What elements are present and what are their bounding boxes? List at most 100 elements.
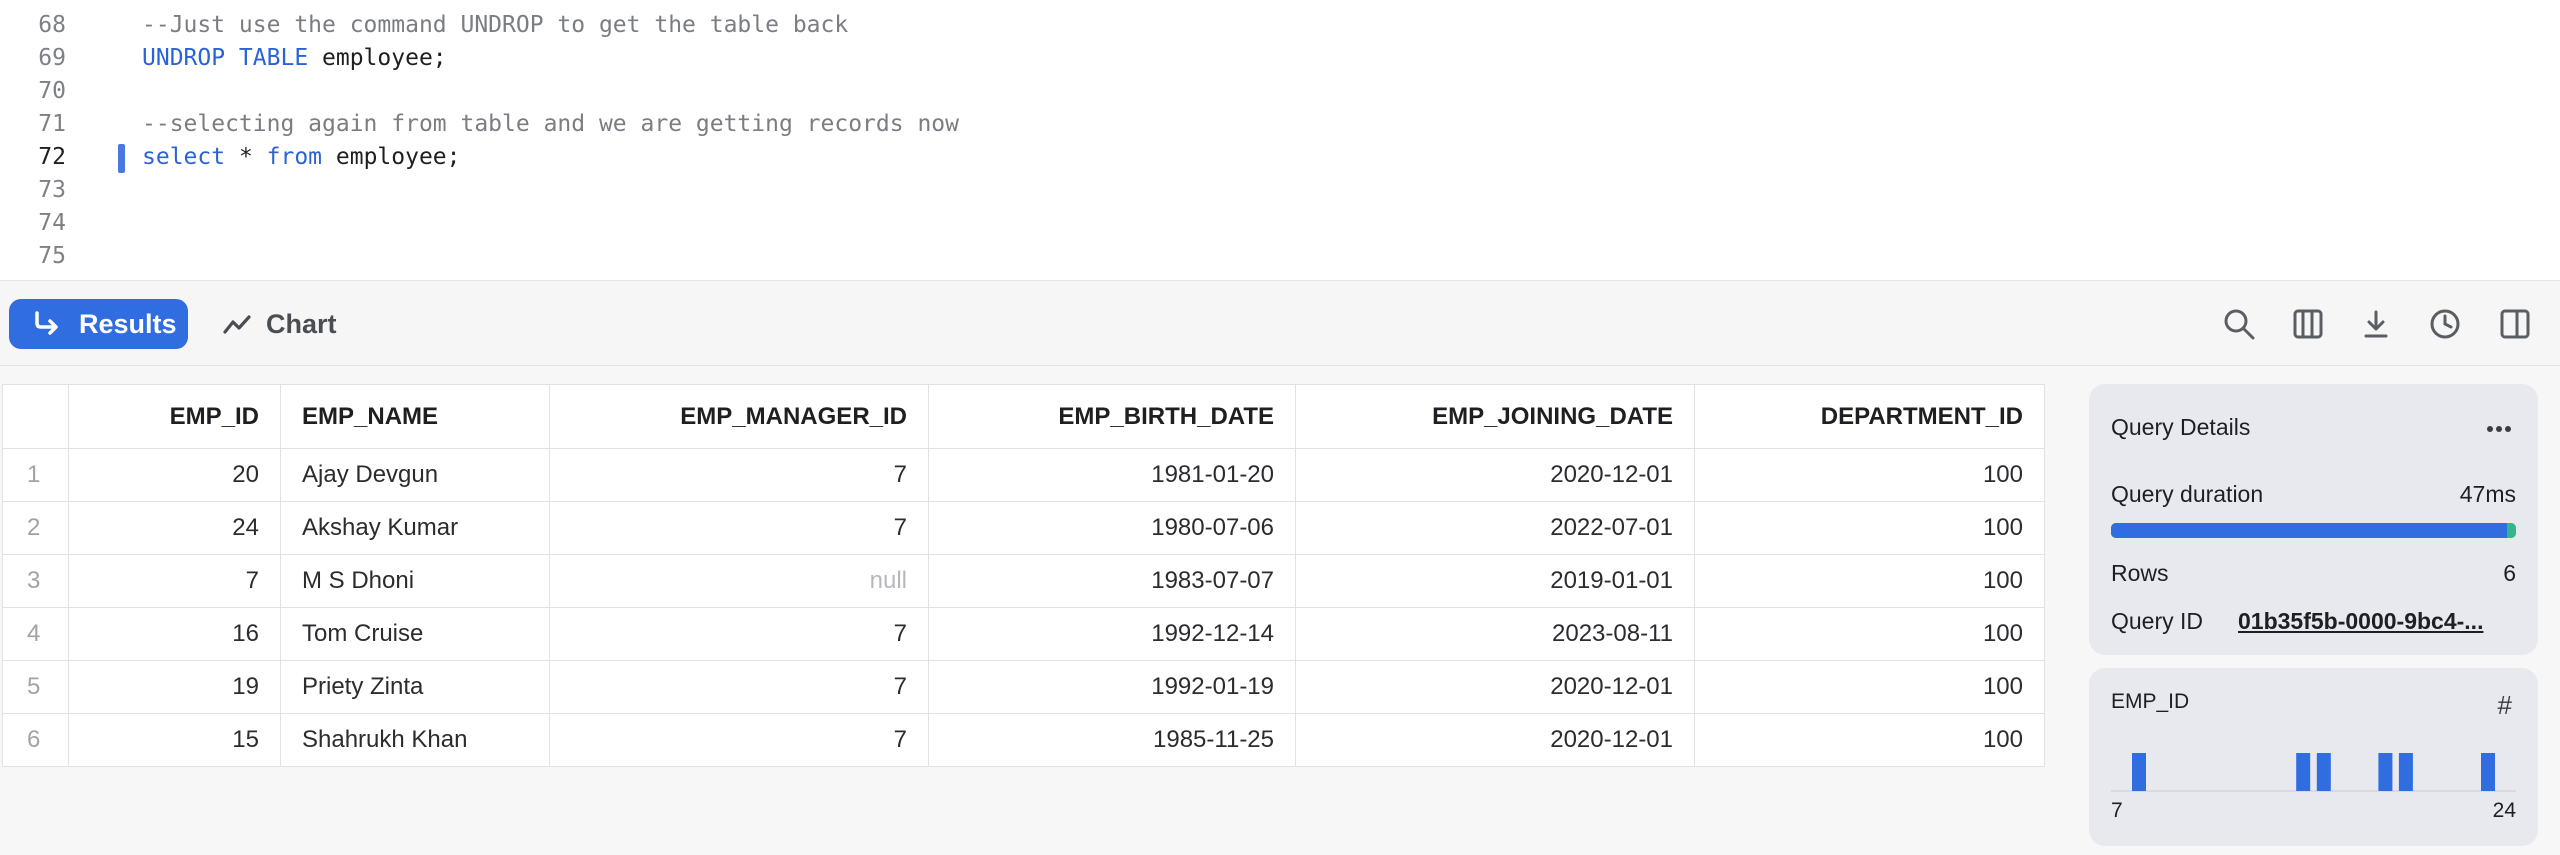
column-header[interactable]: EMP_BIRTH_DATE: [928, 384, 1296, 449]
cell-manager-id[interactable]: 7: [549, 448, 929, 502]
chart-tab-label: Chart: [266, 308, 337, 339]
code-line: 71 --selecting again from table and we a…: [0, 108, 2560, 141]
histogram-min-label: 7: [2111, 799, 2123, 822]
line-number: 70: [38, 78, 66, 104]
query-id-link[interactable]: 01b35f5b-0000-9bc4-...: [2238, 608, 2518, 635]
cell-emp-name[interactable]: Ajay Devgun: [280, 448, 550, 502]
cell-emp-name[interactable]: Akshay Kumar: [280, 501, 550, 555]
table-row[interactable]: 5 19 Priety Zinta 7 1992-01-19 2020-12-0…: [2, 660, 2045, 714]
cell-emp-id[interactable]: 24: [68, 501, 281, 555]
rows-label: Rows: [2111, 560, 2169, 586]
table-row[interactable]: 4 16 Tom Cruise 7 1992-12-14 2023-08-11 …: [2, 607, 2045, 661]
histogram-bar: [2132, 753, 2146, 791]
results-tab-label: Results: [79, 308, 177, 339]
split-view-icon[interactable]: [2495, 304, 2535, 344]
line-number: 68: [38, 12, 66, 38]
row-number-header: [2, 384, 69, 449]
cell-joining-date[interactable]: 2020-12-01: [1295, 448, 1695, 502]
cell-department-id[interactable]: 100: [1694, 501, 2045, 555]
table-header-row: EMP_ID EMP_NAME EMP_MANAGER_ID EMP_BIRTH…: [2, 384, 2045, 449]
table-row[interactable]: 2 24 Akshay Kumar 7 1980-07-06 2022-07-0…: [2, 501, 2045, 555]
cell-manager-id-null[interactable]: null: [549, 554, 929, 608]
cell-department-id[interactable]: 100: [1694, 554, 2045, 608]
results-tab-button[interactable]: Results: [9, 299, 188, 349]
line-number: 71: [38, 111, 66, 137]
return-arrow-icon: [35, 311, 58, 335]
columns-icon[interactable]: [2288, 304, 2328, 344]
code-operator: *: [225, 144, 267, 170]
cell-manager-id[interactable]: 7: [549, 660, 929, 714]
history-icon[interactable]: [2425, 304, 2465, 344]
cell-emp-name[interactable]: Priety Zinta: [280, 660, 550, 714]
code-comment: --Just use the command UNDROP to get the…: [142, 12, 849, 38]
cell-emp-id[interactable]: 7: [68, 554, 281, 608]
rows-count-row: Rows 6: [2111, 560, 2516, 587]
rows-value: 6: [2503, 560, 2516, 586]
more-options-icon[interactable]: [2486, 420, 2512, 438]
cell-birth-date[interactable]: 1992-01-19: [928, 660, 1296, 714]
cell-manager-id[interactable]: 7: [549, 713, 929, 767]
cell-emp-name[interactable]: Shahrukh Khan: [280, 713, 550, 767]
line-number: 69: [38, 45, 66, 71]
column-header[interactable]: EMP_JOINING_DATE: [1295, 384, 1695, 449]
column-header[interactable]: EMP_MANAGER_ID: [549, 384, 929, 449]
query-duration-bar-fill: [2111, 523, 2508, 538]
cell-birth-date[interactable]: 1985-11-25: [928, 713, 1296, 767]
histogram-bar: [2378, 753, 2393, 791]
histogram-bar: [2398, 753, 2413, 791]
numeric-type-icon: #: [2497, 690, 2512, 720]
cell-emp-id[interactable]: 15: [68, 713, 281, 767]
code-rest: employee;: [308, 45, 447, 71]
cell-department-id[interactable]: 100: [1694, 660, 2045, 714]
code-line: 73: [0, 174, 2560, 207]
code-line: 75: [0, 240, 2560, 273]
chart-tab-button[interactable]: Chart: [222, 299, 337, 349]
cell-joining-date[interactable]: 2023-08-11: [1295, 607, 1695, 661]
cell-birth-date[interactable]: 1992-12-14: [928, 607, 1296, 661]
line-number: 75: [38, 243, 66, 269]
histogram-bar: [2316, 753, 2331, 791]
column-stats-panel: EMP_ID # 7 24: [2089, 668, 2538, 846]
code-text: select * from employee;: [142, 141, 461, 174]
cell-joining-date[interactable]: 2020-12-01: [1295, 713, 1695, 767]
row-number: 1: [2, 448, 69, 502]
cell-birth-date[interactable]: 1980-07-06: [928, 501, 1296, 555]
query-duration-row: Query duration 47ms: [2111, 481, 2516, 508]
query-duration-bar-tail: [2507, 523, 2516, 538]
column-header[interactable]: DEPARTMENT_ID: [1694, 384, 2045, 449]
search-icon[interactable]: [2219, 304, 2259, 344]
cell-department-id[interactable]: 100: [1694, 607, 2045, 661]
cell-emp-id[interactable]: 20: [68, 448, 281, 502]
cell-emp-id[interactable]: 19: [68, 660, 281, 714]
query-duration-bar: [2111, 523, 2516, 538]
code-line-active: 72 select * from employee;: [0, 141, 2560, 174]
sql-editor[interactable]: 68 --Just use the command UNDROP to get …: [0, 0, 2560, 281]
cell-birth-date[interactable]: 1981-01-20: [928, 448, 1296, 502]
column-header[interactable]: EMP_NAME: [280, 384, 550, 449]
cell-joining-date[interactable]: 2020-12-01: [1295, 660, 1695, 714]
cell-emp-name[interactable]: Tom Cruise: [280, 607, 550, 661]
code-keyword: select: [142, 144, 226, 170]
line-number: 73: [38, 177, 66, 203]
table-row[interactable]: 1 20 Ajay Devgun 7 1981-01-20 2020-12-01…: [2, 448, 2045, 502]
table-row[interactable]: 6 15 Shahrukh Khan 7 1985-11-25 2020-12-…: [2, 713, 2045, 767]
row-number: 2: [2, 501, 69, 555]
cell-manager-id[interactable]: 7: [549, 607, 929, 661]
line-number: 74: [38, 210, 66, 236]
histogram-max-label: 24: [2492, 799, 2516, 822]
row-number: 3: [2, 554, 69, 608]
cell-department-id[interactable]: 100: [1694, 448, 2045, 502]
row-number: 6: [2, 713, 69, 767]
cell-emp-id[interactable]: 16: [68, 607, 281, 661]
cell-birth-date[interactable]: 1983-07-07: [928, 554, 1296, 608]
cell-manager-id[interactable]: 7: [549, 501, 929, 555]
histogram-bar: [2296, 753, 2311, 791]
cell-department-id[interactable]: 100: [1694, 713, 2045, 767]
cell-emp-name[interactable]: M S Dhoni: [280, 554, 550, 608]
download-icon[interactable]: [2356, 304, 2396, 344]
cell-joining-date[interactable]: 2019-01-01: [1295, 554, 1695, 608]
table-row[interactable]: 3 7 M S Dhoni null 1983-07-07 2019-01-01…: [2, 554, 2045, 608]
query-id-row: Query ID 01b35f5b-0000-9bc4-...: [2111, 608, 2516, 635]
cell-joining-date[interactable]: 2022-07-01: [1295, 501, 1695, 555]
column-header[interactable]: EMP_ID: [68, 384, 281, 449]
